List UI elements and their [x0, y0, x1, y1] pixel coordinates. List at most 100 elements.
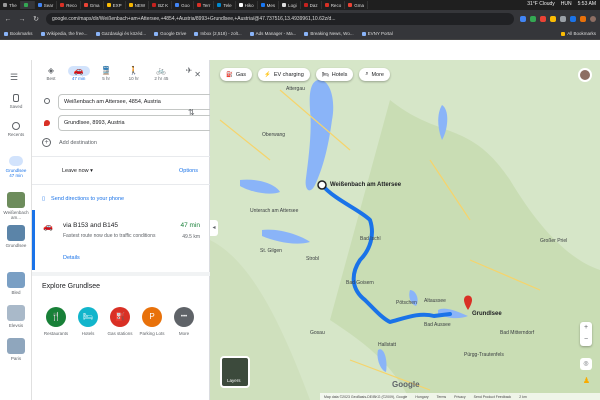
map-place-label: Pürgg-Trautenfels	[464, 352, 504, 358]
travel-modes: ◈ Best 🚗 47 min 🚆 5 hr 🚶 10 hr 🚲 2 hr 45 ✈	[40, 66, 200, 81]
google-logo: Google	[392, 380, 420, 389]
chip-gas[interactable]: ⛽ Gas	[220, 68, 252, 81]
zoom-out-icon[interactable]: −	[580, 334, 592, 346]
extension-icon[interactable]	[530, 16, 536, 22]
extension-icon[interactable]	[560, 16, 566, 22]
explore-parking[interactable]: P Parking Lots	[136, 307, 168, 336]
bookmark-item[interactable]: Gazdasági és közéd...	[95, 31, 146, 36]
chip-hotels[interactable]: 🛏 Hotels	[315, 68, 354, 81]
privacy-link[interactable]: Privacy	[454, 395, 465, 399]
phone-icon: ▯	[42, 196, 46, 202]
train-icon: 🚆	[101, 66, 112, 75]
mode-walk[interactable]: 🚶 10 hr	[123, 66, 145, 81]
gas-icon: ⛽	[226, 71, 233, 78]
leave-now-dropdown[interactable]: Leave now ▾	[62, 168, 93, 174]
browser-tab-strip: The Sear Reco Gma EXP NEW BZ K Goo Terr …	[0, 0, 600, 10]
url-input[interactable]: google.com/maps/dir/Weißenbach+am+Atters…	[46, 13, 514, 25]
back-icon[interactable]: ←	[4, 16, 12, 23]
rail-item-recents[interactable]: Recents	[2, 122, 30, 137]
my-location-icon[interactable]: ◎	[580, 358, 592, 370]
explore-restaurants[interactable]: 🍴 Restaurants	[40, 307, 72, 336]
mode-car[interactable]: 🚗 47 min	[67, 66, 90, 81]
browser-tab[interactable]: Hiko	[236, 1, 258, 9]
browser-tab-active[interactable]	[20, 1, 35, 9]
browser-tab[interactable]: Sear	[35, 1, 58, 9]
browser-tab[interactable]: Gma	[345, 1, 368, 9]
rail-item-grundlsee-route[interactable]: Grundlsee 47 min	[2, 156, 30, 178]
extension-icon[interactable]	[580, 16, 586, 22]
extension-icon[interactable]	[570, 16, 576, 22]
profile-avatar[interactable]	[590, 16, 596, 22]
bookmark-item[interactable]: Bookmarks	[4, 31, 33, 36]
map-place-label: St. Gilgen	[260, 248, 282, 254]
browser-tab[interactable]: Daz	[301, 1, 322, 9]
rail-item-elevsis[interactable]: Elevsis	[2, 305, 30, 328]
explore-more[interactable]: ••• More	[168, 307, 200, 336]
layers-button[interactable]: Layers	[220, 356, 250, 388]
search-icon: ⌕	[365, 71, 369, 77]
browser-tab[interactable]: Goo	[172, 1, 194, 9]
all-bookmarks[interactable]: All Bookmarks	[561, 31, 596, 36]
send-to-phone-button[interactable]: ▯ Send directions to your phone	[42, 196, 124, 202]
account-avatar[interactable]	[578, 68, 592, 82]
map-place-label: Großer Priel	[540, 238, 568, 244]
bookmark-item[interactable]: EVNY Portal	[361, 31, 393, 36]
bookmark-item[interactable]: Wikipedia, the free...	[40, 31, 88, 36]
browser-tab[interactable]: Reco	[57, 1, 81, 9]
map-place-label: Altaussee	[424, 298, 446, 304]
mode-bike[interactable]: 🚲 2 hr 45	[150, 66, 172, 81]
bookmark-item[interactable]: Google Drive	[154, 31, 186, 36]
region-link[interactable]: Hungary	[415, 395, 428, 399]
terms-link[interactable]: Terms	[437, 395, 447, 399]
add-destination-button[interactable]: + Add destination	[42, 138, 97, 147]
extension-icon[interactable]	[540, 16, 546, 22]
reload-icon[interactable]: ↻	[32, 15, 40, 23]
browser-tab[interactable]: Gma	[81, 1, 104, 9]
feedback-link[interactable]: Send Product Feedback	[474, 395, 512, 399]
history-icon	[12, 122, 20, 130]
rail-item-paris[interactable]: Paris	[2, 338, 30, 361]
details-link[interactable]: Details	[63, 255, 80, 261]
browser-tab[interactable]: NEW	[126, 1, 150, 9]
forward-icon[interactable]: →	[18, 16, 26, 23]
map-canvas[interactable]: Weißenbach am Attersee Grundlsee Atterga…	[210, 60, 600, 400]
browser-tab[interactable]: Terr	[194, 1, 215, 9]
rail-item-grundlsee[interactable]: Grundlsee	[2, 225, 30, 248]
bookmark-item[interactable]: Breaking News, Wo...	[304, 31, 354, 36]
options-button[interactable]: Options	[179, 168, 198, 174]
origin-marker[interactable]	[317, 180, 327, 190]
extension-icon[interactable]	[520, 16, 526, 22]
divider	[32, 272, 210, 276]
menu-icon[interactable]: ☰	[10, 72, 18, 83]
swap-icon[interactable]: ⇅	[188, 108, 195, 117]
browser-tab[interactable]: The	[0, 1, 21, 9]
extension-icon[interactable]	[550, 16, 556, 22]
chip-ev-charging[interactable]: ⚡ EV charging	[257, 68, 310, 81]
rail-item-bled[interactable]: Bled	[2, 272, 30, 295]
chip-more[interactable]: ⌕ More	[359, 68, 390, 81]
rail-item-saved[interactable]: Saved	[2, 94, 30, 109]
bookmark-item[interactable]: Ads Manager - Ma...	[249, 31, 296, 36]
browser-tab[interactable]: Logi	[279, 1, 301, 9]
route-card[interactable]: 🚗 via B153 and B145 Fastest route now du…	[32, 210, 210, 270]
browser-tab[interactable]: Mes	[258, 1, 280, 9]
browser-tab[interactable]: Tele	[214, 1, 236, 9]
hotel-icon: 🛏	[78, 307, 98, 327]
destination-input[interactable]: Grundlsee, 8993, Austria	[58, 115, 214, 131]
browser-tab[interactable]: BZ K	[149, 1, 173, 9]
collapse-panel-button[interactable]: ◂	[210, 220, 218, 236]
mode-best[interactable]: ◈ Best	[40, 66, 62, 81]
mode-transit[interactable]: 🚆 5 hr	[95, 66, 117, 81]
rail-item-weissenbach[interactable]: Weißenbach am...	[2, 192, 30, 220]
map-place-label: Gosau	[310, 330, 325, 336]
browser-tab[interactable]: Reco	[322, 1, 346, 9]
street-view-pegman-icon[interactable]: ♟	[583, 376, 590, 385]
close-icon[interactable]: ✕	[194, 70, 201, 79]
browser-tab[interactable]: EXP	[104, 1, 126, 9]
ev-icon: ⚡	[263, 71, 271, 78]
explore-hotels[interactable]: 🛏 Hotels	[72, 307, 104, 336]
bookmark-item[interactable]: Inbox (2,518) - zolt...	[194, 31, 242, 36]
zoom-in-icon[interactable]: +	[580, 322, 592, 334]
explore-gas-stations[interactable]: ⛽ Gas stations	[104, 307, 136, 336]
car-icon: 🚗	[67, 66, 90, 76]
